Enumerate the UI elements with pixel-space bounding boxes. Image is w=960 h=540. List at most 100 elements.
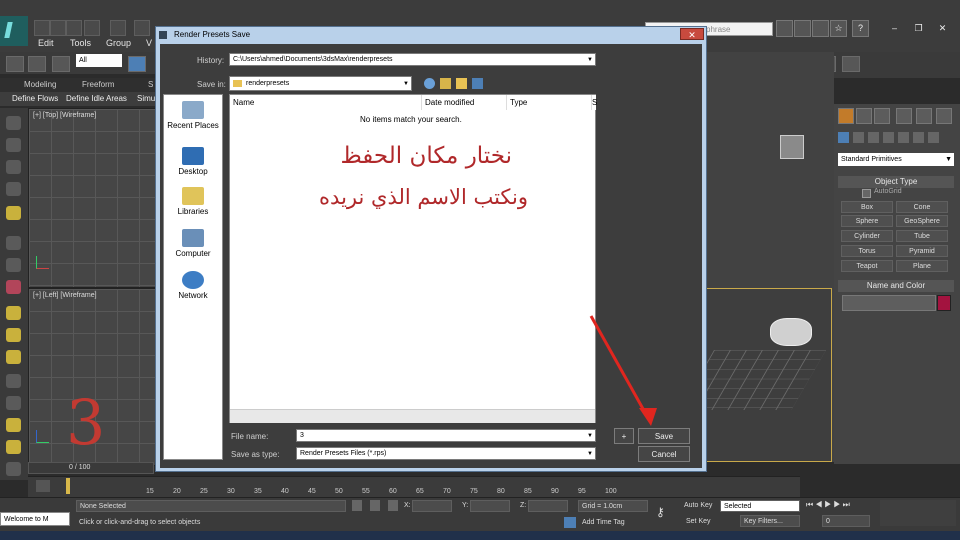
sun-icon[interactable] [6,440,21,454]
tab-selection[interactable]: S [148,80,153,89]
app-logo-icon[interactable] [0,16,28,46]
column-size[interactable]: S [592,95,597,110]
grid-icon[interactable] [6,182,21,196]
place-desktop[interactable]: Desktop [164,147,222,176]
bind-spacewarp-icon[interactable] [52,56,70,72]
place-libraries[interactable]: Libraries [164,187,222,216]
shapes-icon[interactable] [853,132,864,143]
plane-button[interactable]: Plane [896,260,948,272]
cone-button[interactable]: Cone [896,201,948,213]
up-folder-icon[interactable] [440,78,451,89]
isolate-icon[interactable] [370,500,380,511]
dialog-close-button[interactable]: ✕ [680,28,704,40]
lock-icon[interactable] [352,500,362,511]
current-frame-field[interactable]: 0 [822,515,870,527]
object-name-field[interactable] [842,295,936,311]
history-select[interactable]: C:\Users\ahmed\Documents\3dsMax\renderpr… [229,53,596,66]
pyramid-button[interactable]: Pyramid [896,245,948,257]
undo-icon[interactable] [84,20,100,36]
systems-icon[interactable] [928,132,939,143]
dome-icon[interactable] [6,328,21,342]
render-production-icon[interactable] [842,56,860,72]
torus-button[interactable]: Torus [841,245,893,257]
sphere-icon[interactable] [6,350,21,364]
y-coord-field[interactable] [470,500,510,512]
cameras-icon[interactable] [883,132,894,143]
track-bar[interactable] [28,476,800,497]
define-idle-areas-button[interactable]: Define Idle Areas [66,94,127,103]
z-coord-field[interactable] [528,500,568,512]
menu-views[interactable]: V [146,38,152,48]
place-recent[interactable]: Recent Places [164,101,222,130]
new-file-icon[interactable] [34,20,50,36]
menu-edit[interactable]: Edit [38,38,54,48]
help-icon[interactable]: ? [852,20,869,37]
tab-freeform[interactable]: Freeform [82,80,114,89]
panel-icon[interactable] [6,138,21,152]
motion-tab-icon[interactable] [896,108,912,124]
geosphere-button[interactable]: GeoSphere [896,215,948,227]
time-slider[interactable]: 0 / 100 [28,462,154,474]
communication-icon[interactable] [794,20,811,37]
binoculars-icon[interactable] [776,20,793,37]
define-flows-button[interactable]: Define Flows [12,94,58,103]
project-folder-icon[interactable] [134,20,150,36]
people-icon[interactable] [6,280,21,294]
save-as-type-select[interactable]: Render Presets Files (*.rps) ▼ [296,447,596,460]
object-color-swatch[interactable] [937,295,951,311]
save-button[interactable]: Save [638,428,690,444]
set-key-button[interactable]: Set Key [686,518,711,525]
auto-key-button[interactable]: Auto Key [684,502,712,509]
playback-controls[interactable]: ⏮◀▶▶⏭ [806,500,870,512]
save-file-icon[interactable] [66,20,82,36]
x-coord-field[interactable] [412,500,452,512]
simulate-button[interactable]: Simu [137,94,155,103]
spacewarps-icon[interactable] [913,132,924,143]
lights-icon[interactable] [868,132,879,143]
menu-tools[interactable]: Tools [70,38,91,48]
close-icon[interactable]: ✕ [934,20,951,37]
back-icon[interactable] [424,78,435,89]
object-type-rollout[interactable]: Object Type [838,176,954,188]
column-date-modified[interactable]: Date modified [422,95,507,110]
exchange-icon[interactable] [812,20,829,37]
bowl-icon[interactable] [6,374,21,388]
teapot-button[interactable]: Teapot [841,260,893,272]
utilities-tab-icon[interactable] [936,108,952,124]
box-icon[interactable] [6,306,21,320]
viewport-top-label[interactable]: [+] [Top] [Wireframe] [33,112,96,119]
open-file-icon[interactable] [50,20,66,36]
transform-mode-icon[interactable] [388,500,398,511]
selection-filter-select[interactable]: All [76,54,122,67]
viewcube-icon[interactable] [780,135,804,159]
autogrid-checkbox[interactable] [862,189,871,198]
time-marker[interactable] [66,478,70,494]
eye-icon[interactable] [6,116,21,130]
mini-curve-editor-icon[interactable] [36,480,50,492]
place-computer[interactable]: Computer [164,229,222,258]
sphere-button[interactable]: Sphere [841,215,893,227]
maxscript-listener[interactable]: Welcome to M [0,512,70,526]
column-name[interactable]: Name [230,95,422,110]
time-tag-icon[interactable] [564,517,576,528]
cylinder-button[interactable]: Cylinder [841,230,893,242]
rotate-icon[interactable] [6,258,21,272]
box-button[interactable]: Box [841,201,893,213]
name-color-rollout[interactable]: Name and Color [838,280,954,292]
tube-button[interactable]: Tube [896,230,948,242]
place-network[interactable]: Network [164,271,222,300]
tab-modeling[interactable]: Modeling [24,80,56,89]
link-icon[interactable] [6,56,24,72]
menu-group[interactable]: Group [106,38,131,48]
select-object-icon[interactable] [128,56,146,72]
horizontal-scrollbar[interactable] [230,409,595,423]
helpers-icon[interactable] [898,132,909,143]
list-icon[interactable] [6,160,21,174]
key-filters-button[interactable]: Key Filters... [740,515,800,527]
viewcube-icon[interactable] [770,318,812,346]
add-preset-button[interactable]: + [614,428,634,444]
redo-icon[interactable] [110,20,126,36]
favorites-icon[interactable]: ☆ [830,20,847,37]
add-time-tag-button[interactable]: Add Time Tag [582,519,625,526]
file-name-input[interactable]: 3 ▼ [296,429,596,442]
